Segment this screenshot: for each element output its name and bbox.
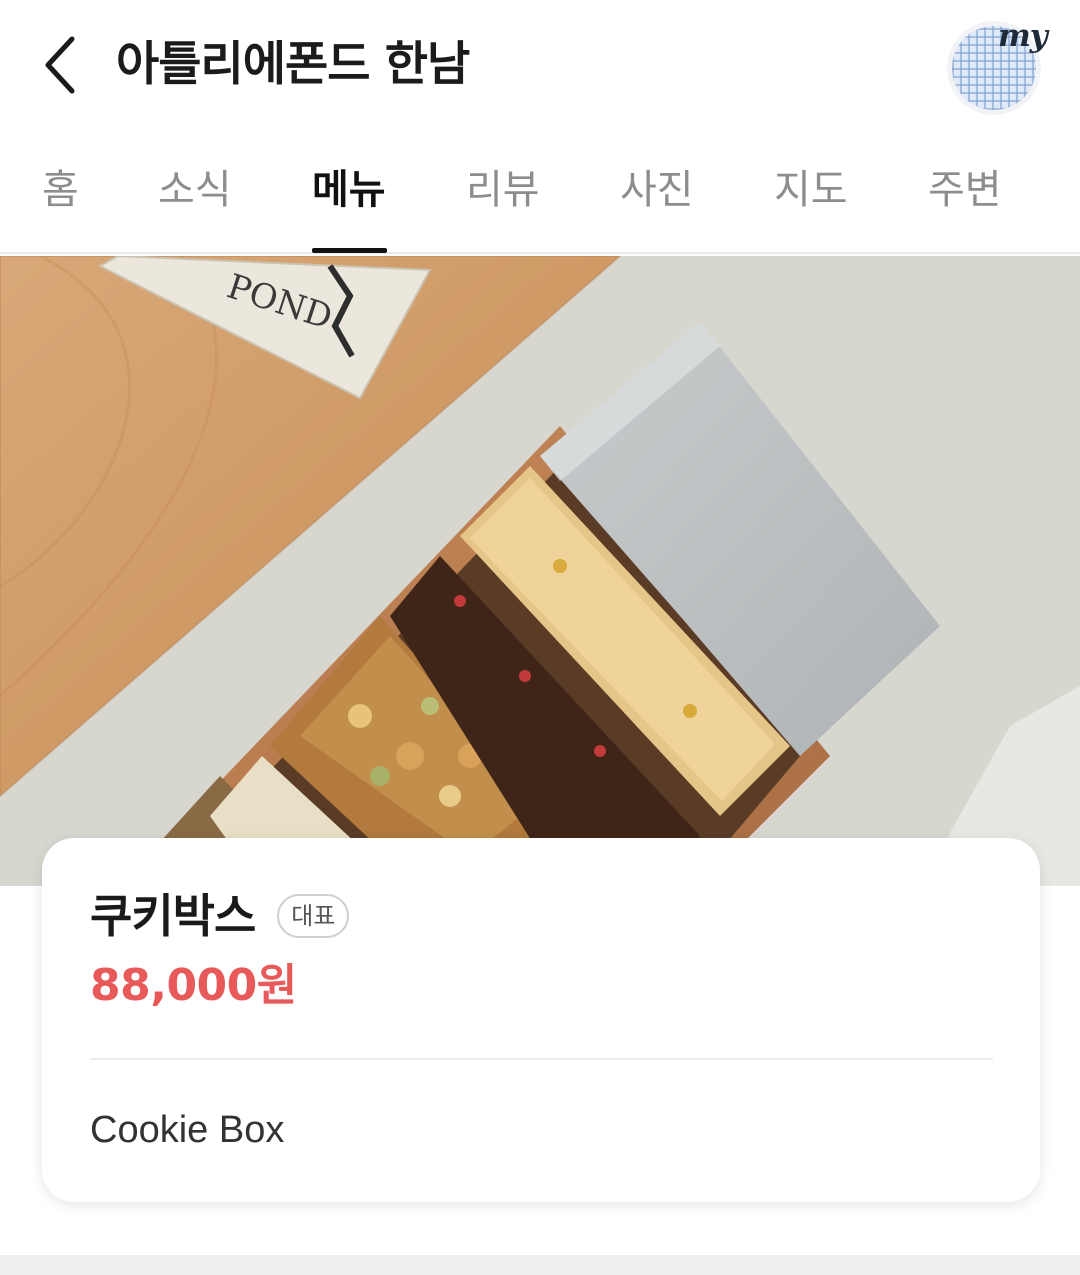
page-title: 아틀리에폰드 한남 bbox=[116, 37, 470, 92]
tab-news[interactable]: 소식 bbox=[158, 160, 232, 220]
tab-home[interactable]: 홈 bbox=[42, 160, 79, 220]
tab-menu[interactable]: 메뉴 bbox=[312, 160, 386, 220]
menu-item-photo[interactable]: POND bbox=[0, 256, 1080, 886]
tab-photo[interactable]: 사진 bbox=[620, 160, 694, 220]
app-header: 아틀리에폰드 한남 my bbox=[0, 0, 1080, 130]
tab-bar: 홈 소식 메뉴 리뷰 사진 지도 주변 bbox=[0, 130, 1080, 254]
divider bbox=[90, 1058, 993, 1060]
my-label: my bbox=[998, 18, 1048, 54]
my-profile-button[interactable]: my bbox=[946, 18, 1048, 114]
representative-badge: 대표 bbox=[277, 894, 350, 938]
menu-item-description: Cookie Box bbox=[90, 1109, 285, 1151]
bottom-divider-strip bbox=[0, 1255, 1080, 1275]
menu-item-card[interactable]: 쿠키박스 대표 88,000원 Cookie Box bbox=[42, 838, 1040, 1202]
menu-item-price: 88,000원 bbox=[90, 960, 297, 1011]
back-button[interactable] bbox=[30, 32, 90, 98]
tab-review[interactable]: 리뷰 bbox=[466, 160, 540, 220]
back-arrow-icon bbox=[45, 36, 75, 94]
tab-map[interactable]: 지도 bbox=[774, 160, 848, 220]
tab-nearby[interactable]: 주변 bbox=[928, 160, 1002, 220]
active-tab-indicator bbox=[312, 248, 387, 253]
menu-item-name: 쿠키박스 bbox=[90, 889, 256, 943]
menu-item-name-row: 쿠키박스 대표 bbox=[90, 888, 350, 944]
